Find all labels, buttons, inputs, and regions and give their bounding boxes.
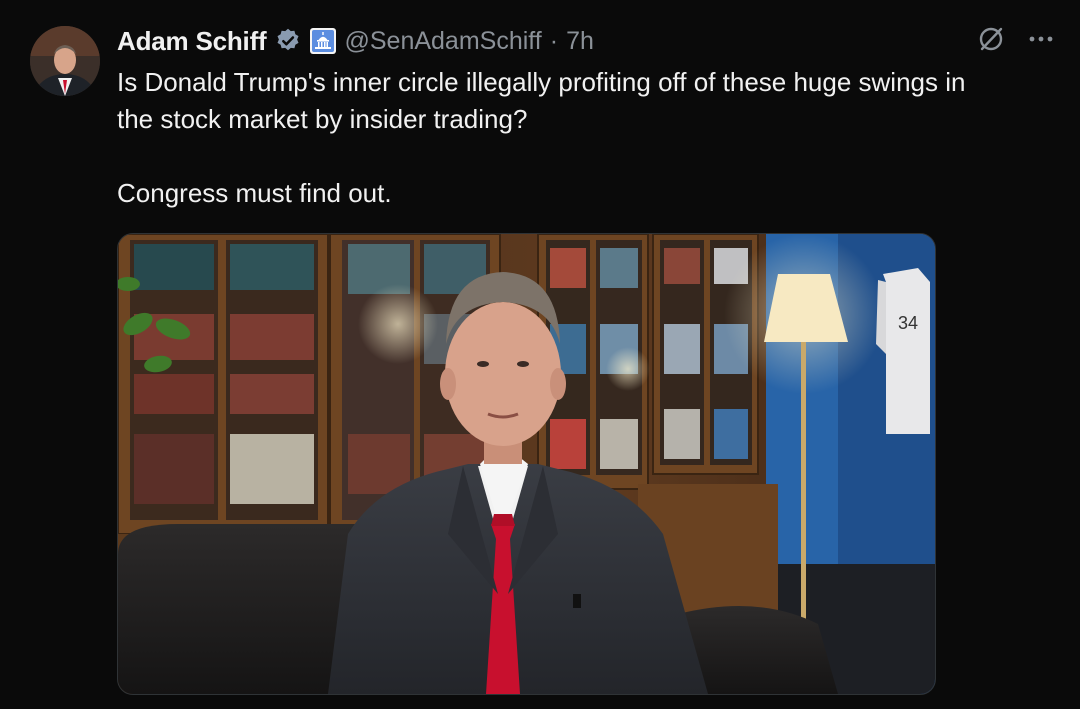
more-dots-icon[interactable] bbox=[1026, 24, 1056, 59]
tweet-card: Adam Schiff @SenAdamSchiff · 7h Is Donal… bbox=[0, 0, 1080, 709]
tweet-text-line: Is Donald Trump's inner circle illegally… bbox=[117, 67, 966, 97]
separator-dot: · bbox=[549, 26, 559, 55]
verified-badge-icon[interactable] bbox=[274, 27, 302, 55]
grok-slash-circle-icon[interactable] bbox=[976, 24, 1006, 59]
timestamp[interactable]: 7h bbox=[566, 27, 594, 56]
avatar[interactable] bbox=[30, 26, 100, 96]
video-thumbnail[interactable]: 34 bbox=[117, 233, 936, 695]
tweet-text: Is Donald Trump's inner circle illegally… bbox=[117, 64, 1057, 212]
capitol-building-icon[interactable] bbox=[310, 28, 337, 54]
author-name[interactable]: Adam Schiff bbox=[117, 26, 267, 57]
tweet-text-line: Congress must find out. bbox=[117, 178, 392, 208]
svg-text:34: 34 bbox=[898, 313, 918, 333]
author-handle[interactable]: @SenAdamSchiff bbox=[344, 27, 541, 56]
tweet-header: Adam Schiff @SenAdamSchiff · 7h bbox=[117, 22, 594, 60]
tweet-text-line: the stock market by insider trading? bbox=[117, 104, 528, 134]
tweet-actions bbox=[976, 24, 1056, 59]
